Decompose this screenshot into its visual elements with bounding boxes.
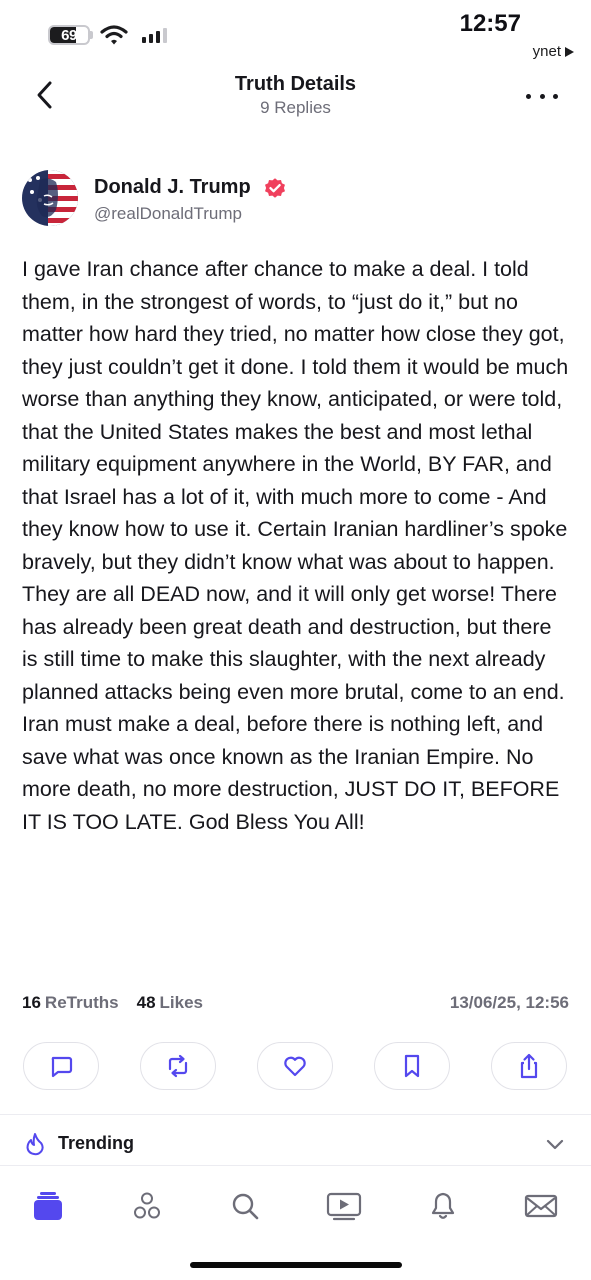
comment-icon bbox=[51, 1056, 73, 1078]
trending-label[interactable]: Trending bbox=[58, 1133, 134, 1154]
groups-icon bbox=[134, 1192, 160, 1219]
status-time: 12:57 bbox=[459, 10, 521, 37]
wifi-icon bbox=[100, 25, 128, 45]
likes-stat[interactable]: 48 Likes bbox=[137, 993, 203, 1013]
post-timestamp: 13/06/25, 12:56 bbox=[449, 993, 569, 1012]
tab-groups[interactable] bbox=[127, 1186, 167, 1226]
repost-icon bbox=[168, 1054, 188, 1078]
post-stats: 16 ReTruths 48 Likes bbox=[22, 993, 203, 1013]
bookmark-button[interactable] bbox=[374, 1042, 450, 1090]
share-icon bbox=[520, 1053, 538, 1079]
chevron-down-icon[interactable] bbox=[545, 1134, 565, 1154]
tab-notifications[interactable] bbox=[423, 1186, 463, 1226]
retruth-button[interactable] bbox=[140, 1042, 216, 1090]
retruths-count: 16 bbox=[22, 993, 41, 1012]
author-handle[interactable]: @realDonaldTrump bbox=[94, 204, 242, 224]
back-to-app-label: ynet bbox=[532, 43, 561, 60]
share-button[interactable] bbox=[491, 1042, 567, 1090]
verified-badge-icon bbox=[265, 178, 285, 198]
author-name[interactable]: Donald J. Trump bbox=[94, 176, 251, 199]
battery-cap bbox=[90, 31, 93, 39]
more-options-button[interactable] bbox=[526, 86, 558, 106]
back-to-app-link[interactable]: ynet bbox=[533, 43, 574, 60]
tab-search[interactable] bbox=[225, 1186, 265, 1226]
likes-count: 48 bbox=[136, 993, 156, 1012]
tab-messages[interactable] bbox=[521, 1186, 561, 1226]
play-triangle-icon bbox=[565, 46, 574, 57]
retruths-label: ReTruths bbox=[44, 993, 119, 1012]
bookmark-icon bbox=[404, 1054, 420, 1078]
page-title: Truth Details bbox=[234, 73, 357, 95]
home-indicator bbox=[190, 1262, 402, 1268]
ellipsis-icon bbox=[526, 93, 531, 99]
post-text: I gave Iran chance after chance to make … bbox=[22, 257, 569, 834]
flame-icon bbox=[26, 1133, 44, 1156]
video-icon bbox=[326, 1192, 362, 1221]
reply-button[interactable] bbox=[23, 1042, 99, 1090]
heart-icon bbox=[284, 1056, 306, 1077]
battery-percent: 69 bbox=[61, 26, 77, 44]
search-icon bbox=[232, 1193, 259, 1220]
likes-label: Likes bbox=[159, 993, 204, 1012]
divider bbox=[0, 1165, 591, 1166]
retruths-stat[interactable]: 16 ReTruths bbox=[22, 993, 119, 1013]
cellular-signal-icon bbox=[142, 28, 167, 43]
tab-video[interactable] bbox=[324, 1186, 364, 1226]
divider bbox=[0, 1114, 591, 1115]
bell-icon bbox=[431, 1192, 455, 1219]
mail-icon bbox=[524, 1194, 558, 1218]
home-stack-icon bbox=[34, 1192, 62, 1220]
like-button[interactable] bbox=[257, 1042, 333, 1090]
tab-home[interactable] bbox=[28, 1186, 68, 1226]
battery-indicator: 69 bbox=[48, 25, 90, 45]
replies-count[interactable]: 9 Replies bbox=[0, 98, 591, 118]
avatar[interactable] bbox=[22, 170, 78, 226]
